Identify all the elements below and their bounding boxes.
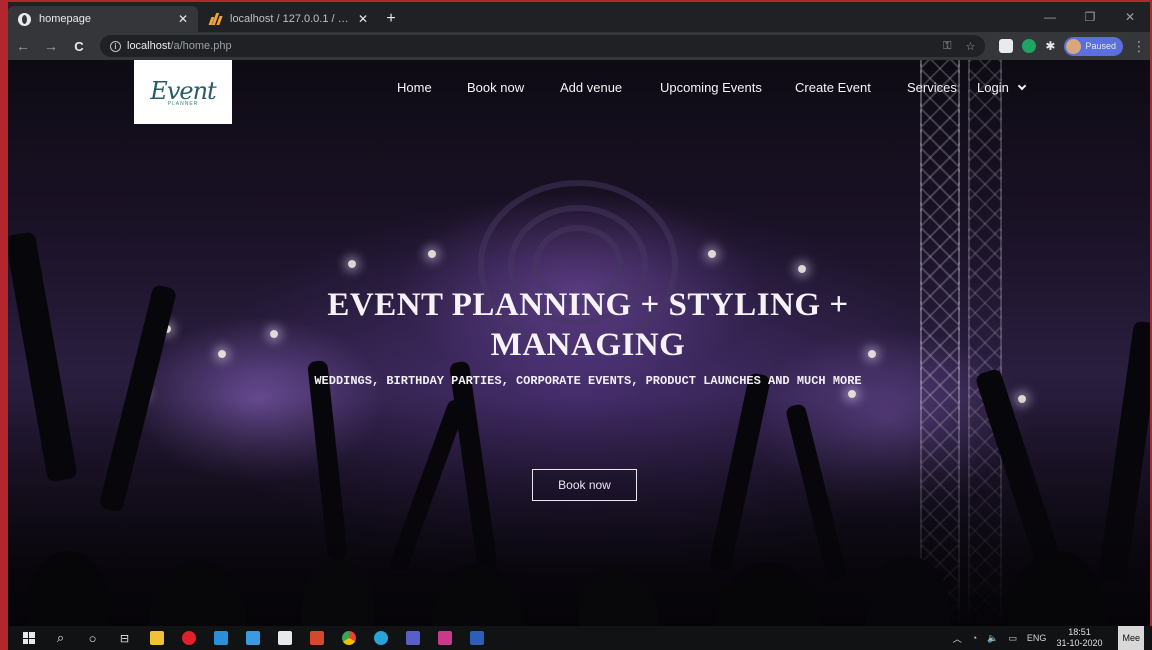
browser-toolbar: ← → C i localhost/a/home.php ⚿ ☆ ✱ Pause… (8, 32, 1150, 60)
crowd-silhouette (8, 396, 1150, 626)
stage-light (218, 350, 226, 358)
extensions-area: ✱ Paused ⋮ (999, 36, 1146, 56)
nav-home[interactable]: Home (397, 80, 432, 95)
search-icon[interactable]: ⌕ (48, 626, 73, 650)
key-icon[interactable]: ⚿ (943, 40, 951, 53)
stage-light (798, 265, 806, 273)
page-viewport: Event PLANNER Home Book now Add venue Up… (8, 60, 1150, 626)
nav-login-label: Login (977, 80, 1009, 95)
forward-icon[interactable]: → (44, 38, 58, 54)
edge-icon[interactable] (368, 626, 393, 650)
stage-light (348, 260, 356, 268)
meet-button[interactable]: Mee (1118, 626, 1144, 650)
network-icon[interactable]: ◔ (972, 633, 977, 643)
cortana-icon[interactable]: ○ (80, 626, 105, 650)
word-icon[interactable] (464, 626, 489, 650)
minimize-icon[interactable]: — (1030, 10, 1070, 24)
start-icon[interactable] (16, 626, 41, 650)
clock-time: 18:51 (1068, 627, 1091, 637)
site-navbar: Home Book now Add venue Upcoming Events … (8, 80, 1150, 100)
tab-title: localhost / 127.0.0.1 / eventmanagement (230, 13, 350, 25)
reload-icon[interactable]: C (72, 39, 86, 54)
clock-date: 31-10-2020 (1056, 638, 1103, 648)
hero-title: EVENT PLANNING + STYLING + MANAGING (327, 287, 849, 363)
close-icon[interactable]: ✕ (358, 12, 368, 26)
puzzle-icon[interactable]: ✱ (1045, 39, 1055, 53)
phpmyadmin-icon (208, 13, 223, 25)
language-indicator[interactable]: ENG (1027, 633, 1047, 643)
avatar (1066, 38, 1082, 54)
chevron-down-icon (1017, 81, 1027, 91)
nav-add-venue[interactable]: Add venue (560, 80, 622, 95)
stage-light (708, 250, 716, 258)
chrome-icon[interactable] (336, 626, 361, 650)
close-window-icon[interactable]: ✕ (1110, 10, 1150, 24)
profile-button[interactable]: Paused (1064, 36, 1123, 56)
tab-title: homepage (39, 13, 91, 25)
system-tray: ︿ ◔ 🔈 ▭ ENG 18:51 31-10-2020 Mee (953, 626, 1144, 650)
url-host: localhost (127, 40, 171, 52)
stage-light (428, 250, 436, 258)
address-bar[interactable]: i localhost/a/home.php ⚿ ☆ (100, 35, 986, 57)
new-tab-button[interactable]: + (378, 6, 404, 32)
vscode-icon[interactable] (208, 626, 233, 650)
tab-phpmyadmin[interactable]: localhost / 127.0.0.1 / eventmanagement … (198, 6, 378, 32)
store-icon[interactable] (272, 626, 297, 650)
nav-login-dropdown[interactable]: Login (977, 80, 1027, 95)
app-icon[interactable] (304, 626, 329, 650)
opera-icon[interactable] (176, 626, 201, 650)
hero-subtitle: WEDDINGS, BIRTHDAY PARTIES, CORPORATE EV… (314, 374, 862, 388)
browser-tab-strip: homepage ✕ localhost / 127.0.0.1 / event… (8, 2, 1150, 32)
hero-book-now-button[interactable]: Book now (532, 469, 637, 501)
back-icon[interactable]: ← (16, 38, 30, 54)
nav-create-event[interactable]: Create Event (795, 80, 871, 95)
windows-taskbar: ⌕ ○ ⊟ ︿ ◔ 🔈 ▭ ENG 18:51 31-10-2020 Mee (8, 626, 1152, 650)
clock[interactable]: 18:51 31-10-2020 (1056, 627, 1102, 649)
chevron-up-icon[interactable]: ︿ (953, 632, 962, 645)
extension-icon[interactable] (999, 39, 1014, 53)
nav-services[interactable]: Services (907, 80, 957, 95)
window-controls: — ❐ ✕ (1030, 2, 1150, 32)
star-icon[interactable]: ☆ (966, 40, 976, 53)
close-icon[interactable]: ✕ (178, 12, 188, 26)
globe-icon (18, 12, 31, 26)
task-view-icon[interactable]: ⊟ (112, 626, 137, 650)
teams-icon[interactable] (400, 626, 425, 650)
logo-subtext: PLANNER (167, 101, 199, 107)
profile-label: Paused (1085, 41, 1116, 51)
restore-icon[interactable]: ❐ (1070, 10, 1110, 24)
volume-icon[interactable]: 🔈 (987, 633, 998, 644)
app2-icon[interactable] (432, 626, 457, 650)
nav-book-now[interactable]: Book now (467, 80, 524, 95)
menu-icon[interactable]: ⋮ (1132, 38, 1146, 55)
tab-homepage[interactable]: homepage ✕ (8, 6, 198, 32)
url-path: /a/home.php (170, 40, 232, 52)
file-explorer-icon[interactable] (144, 626, 169, 650)
mail-icon[interactable] (240, 626, 265, 650)
battery-icon[interactable]: ▭ (1008, 633, 1017, 644)
info-icon[interactable]: i (110, 40, 121, 52)
nav-upcoming-events[interactable]: Upcoming Events (660, 80, 762, 95)
extension-icon[interactable] (1022, 39, 1037, 53)
